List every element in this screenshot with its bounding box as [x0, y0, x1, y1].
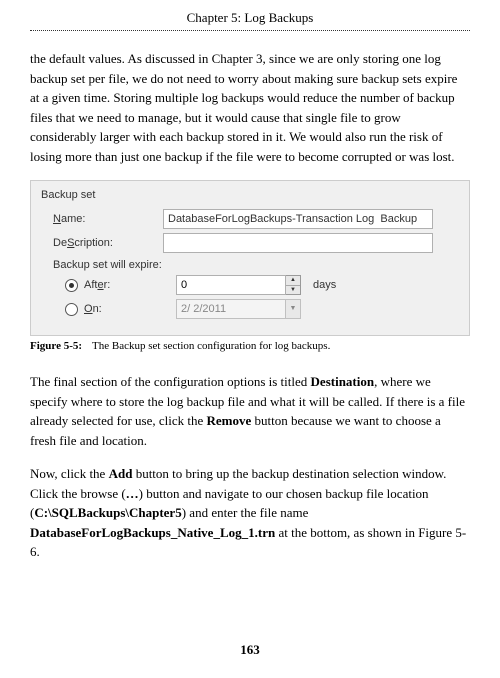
figure-caption-text: The Backup set section configuration for… — [92, 340, 330, 352]
after-radio[interactable] — [65, 279, 78, 292]
page-number: 163 — [30, 642, 470, 658]
spinner-up-icon[interactable]: ▲ — [286, 276, 300, 286]
spinner-buttons[interactable]: ▲ ▼ — [286, 275, 301, 295]
on-radio[interactable] — [65, 303, 78, 316]
description-row: DeScription: — [53, 233, 459, 253]
backup-set-panel: Backup set Name: DeScription: Backup set… — [30, 180, 470, 336]
body-paragraph-1: the default values. As discussed in Chap… — [30, 49, 470, 166]
name-row: Name: — [53, 209, 459, 229]
expire-label: Backup set will expire: — [53, 259, 459, 271]
days-label: days — [313, 279, 336, 291]
description-input[interactable] — [163, 233, 433, 253]
chapter-header: Chapter 5: Log Backups — [30, 10, 470, 31]
after-value-input[interactable] — [176, 275, 286, 295]
spinner-down-icon[interactable]: ▼ — [286, 286, 300, 295]
name-input[interactable] — [163, 209, 433, 229]
name-label: Name: — [53, 213, 163, 225]
figure-caption: Figure 5-5: The Backup set section config… — [30, 340, 470, 352]
on-row: On: ▼ — [65, 299, 459, 319]
body-paragraph-3: Now, click the Add button to bring up th… — [30, 464, 470, 562]
figure-label: Figure 5-5: — [30, 340, 82, 352]
panel-title: Backup set — [41, 189, 459, 201]
after-label: After: — [84, 279, 176, 291]
on-date-input — [176, 299, 286, 319]
date-dropdown-icon: ▼ — [286, 299, 301, 319]
on-label: On: — [84, 303, 176, 315]
body-paragraph-2: The final section of the configuration o… — [30, 372, 470, 450]
after-row: After: ▲ ▼ days — [65, 275, 459, 295]
description-label: DeScription: — [53, 237, 163, 249]
